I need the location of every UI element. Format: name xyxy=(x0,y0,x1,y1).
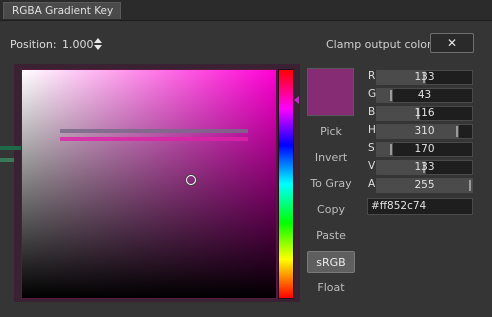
position-stepper-icon[interactable] xyxy=(93,35,103,53)
srgb-button[interactable]: sRGB xyxy=(307,251,355,273)
channel-value[interactable]: 170 xyxy=(377,143,472,156)
channel-slider-r[interactable]: 133 xyxy=(376,70,473,85)
channel-value[interactable]: 133 xyxy=(377,161,472,174)
channel-slider-s[interactable]: 170 xyxy=(376,142,473,157)
copy-button[interactable]: Copy xyxy=(307,199,355,221)
artifact-bar xyxy=(60,137,248,141)
paste-button[interactable]: Paste xyxy=(307,225,355,247)
hue-marker-icon[interactable] xyxy=(294,96,299,104)
hex-input[interactable]: #ff852c74 xyxy=(367,198,473,215)
saturation-value-area[interactable] xyxy=(21,69,277,299)
hue-slider[interactable] xyxy=(278,69,294,299)
channel-slider-h[interactable]: 310 xyxy=(376,124,473,139)
position-label: Position: xyxy=(10,38,57,51)
channel-value[interactable]: 116 xyxy=(377,107,472,120)
channel-slider-a[interactable]: 255 xyxy=(376,178,473,193)
artifact-streak xyxy=(0,146,22,150)
float-button[interactable]: Float xyxy=(307,277,355,299)
clamp-output-label: Clamp output color xyxy=(326,38,432,51)
position-value[interactable]: 1.000 xyxy=(62,38,94,51)
color-swatch xyxy=(307,68,354,116)
channel-value[interactable]: 310 xyxy=(377,125,472,138)
pick-button[interactable]: Pick xyxy=(307,121,355,143)
crosshair-icon[interactable] xyxy=(186,175,196,185)
channel-value[interactable]: 43 xyxy=(377,89,472,102)
tab-rgba-gradient-key[interactable]: RGBA Gradient Key xyxy=(3,2,121,19)
channel-slider-v[interactable]: 133 xyxy=(376,160,473,175)
tab-bar: RGBA Gradient Key xyxy=(0,0,492,21)
invert-button[interactable]: Invert xyxy=(307,147,355,169)
clamp-toggle-button[interactable]: ✕ xyxy=(430,33,474,53)
artifact-bar xyxy=(60,129,248,133)
channel-slider-g[interactable]: 43 xyxy=(376,88,473,103)
channel-slider-b[interactable]: 116 xyxy=(376,106,473,121)
to-gray-button[interactable]: To Gray xyxy=(307,173,355,195)
artifact-streak xyxy=(0,158,14,162)
channel-value[interactable]: 133 xyxy=(377,71,472,84)
channel-value[interactable]: 255 xyxy=(377,179,472,192)
